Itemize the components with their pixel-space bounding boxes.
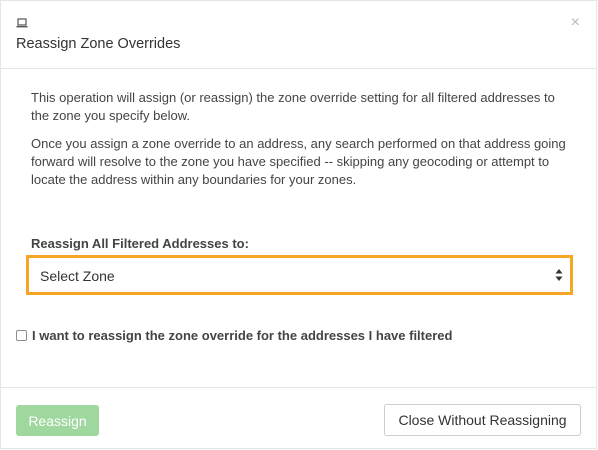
confirm-checkbox-row[interactable]: I want to reassign the zone override for… (16, 327, 452, 343)
confirm-checkbox-label[interactable]: I want to reassign the zone override for… (32, 328, 452, 343)
zone-select-label: Reassign All Filtered Addresses to: (31, 236, 249, 251)
modal-title: Reassign Zone Overrides (16, 36, 181, 52)
laptop-icon (16, 18, 28, 28)
zone-select-value: Select Zone (40, 268, 115, 284)
description-paragraph-2: Once you assign a zone override to an ad… (31, 136, 566, 187)
reassign-button[interactable]: Reassign (16, 405, 99, 436)
modal-body: This operation will assign (or reassign)… (31, 89, 571, 199)
modal-header: Reassign Zone Overrides × (1, 1, 596, 69)
description-paragraph-1: This operation will assign (or reassign)… (31, 90, 555, 123)
reassign-zone-overrides-modal: Reassign Zone Overrides × This operation… (0, 0, 597, 449)
close-without-reassigning-button[interactable]: Close Without Reassigning (384, 404, 581, 436)
zone-select[interactable]: Select Zone (26, 255, 573, 295)
close-icon[interactable]: × (571, 15, 580, 31)
modal-footer: Reassign Close Without Reassigning (1, 387, 596, 450)
select-arrows-icon (555, 269, 563, 281)
confirm-checkbox[interactable] (16, 329, 27, 341)
